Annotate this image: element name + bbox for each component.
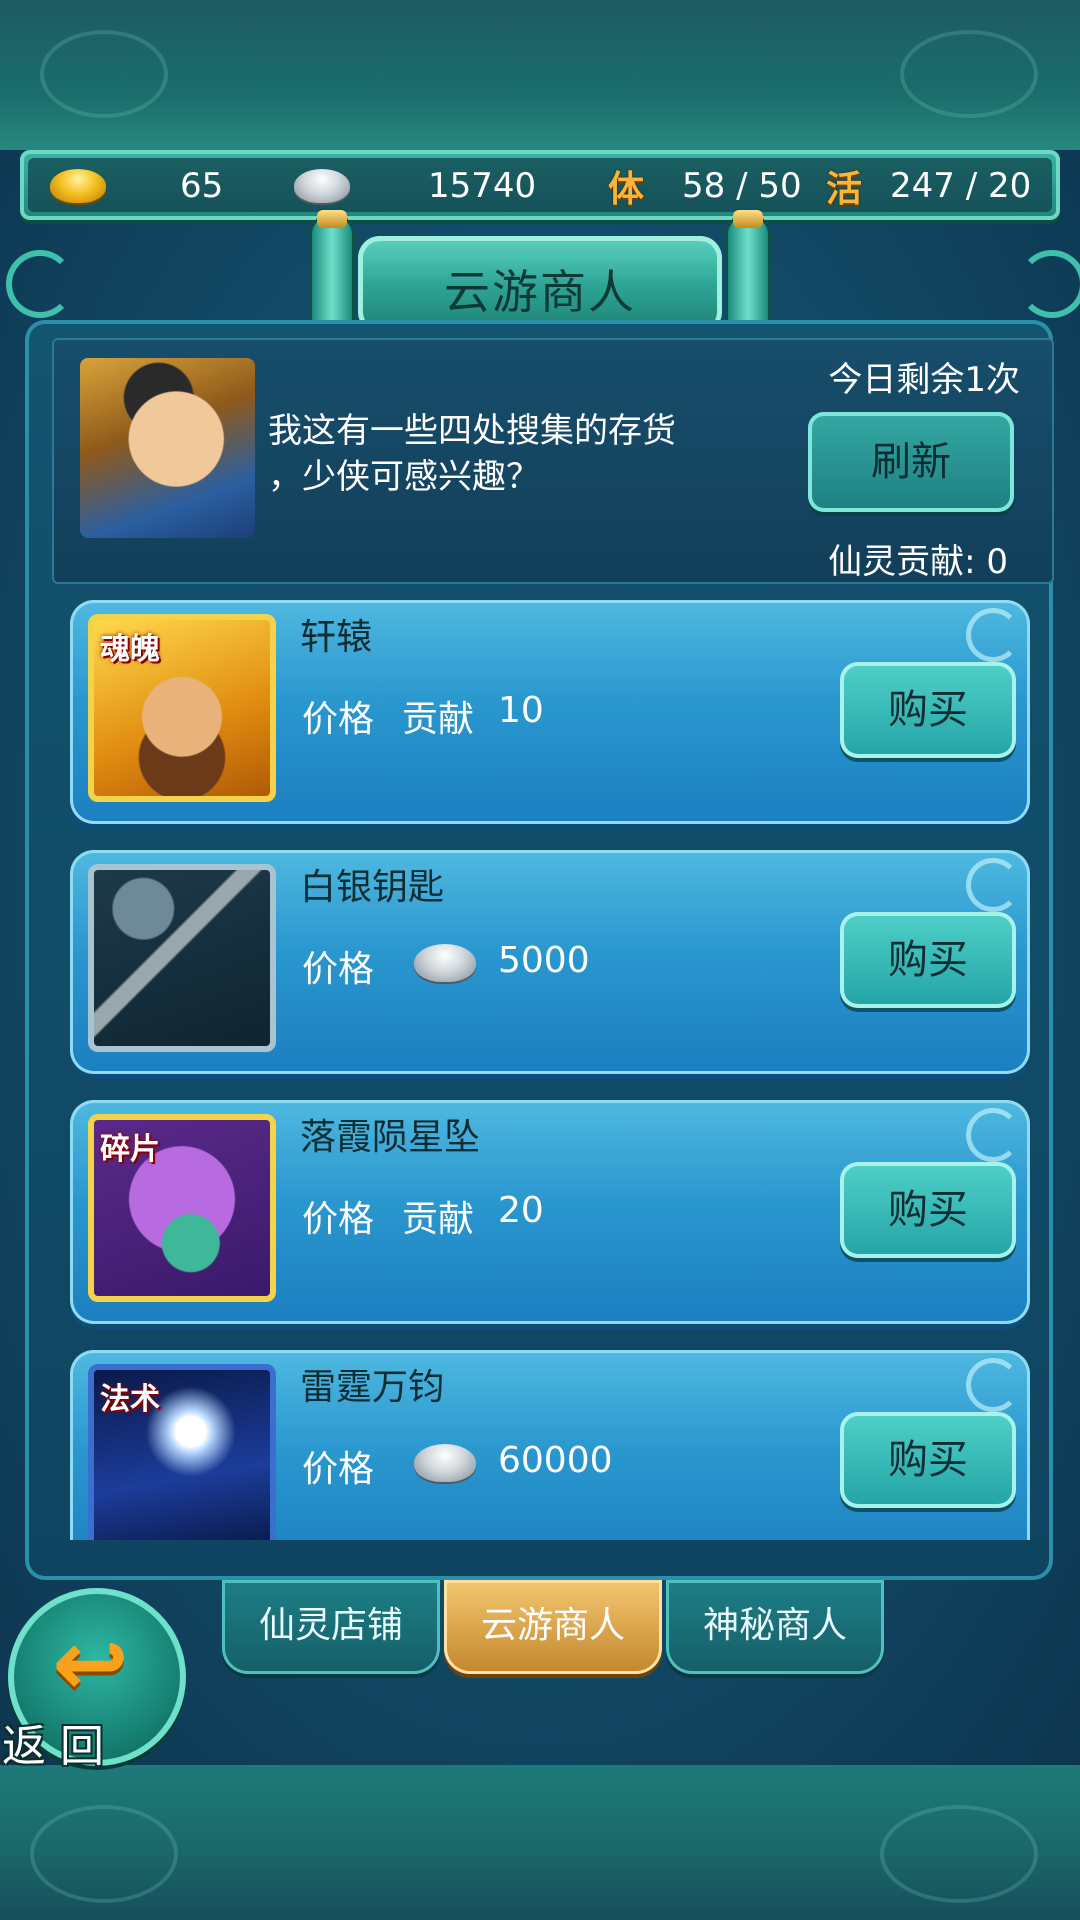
price-label: 价格 bbox=[302, 699, 375, 740]
item-icon-xuanyuan[interactable]: 魂魄 bbox=[88, 614, 276, 802]
buy-button[interactable]: 购买 bbox=[840, 662, 1016, 758]
list-item: 法术 雷霆万钧 价格 60000 购买 bbox=[70, 1350, 1030, 1540]
price-value: 60000 bbox=[498, 1440, 613, 1481]
contribution-value: 仙灵贡献: 0 bbox=[828, 542, 1008, 582]
remaining-count: 今日剩余1次 bbox=[828, 360, 1020, 400]
item-icon-silver-key[interactable] bbox=[88, 864, 276, 1052]
price-value: 10 bbox=[498, 690, 544, 731]
silver-ingot-icon bbox=[414, 944, 476, 982]
stamina-icon: 体 bbox=[608, 169, 645, 210]
merchant-portrait bbox=[80, 358, 255, 538]
tab-fairy-shop[interactable]: 仙灵店铺 bbox=[222, 1580, 440, 1674]
back-label: 返回 bbox=[2, 1721, 118, 1772]
item-icon-pendant[interactable]: 碎片 bbox=[88, 1114, 276, 1302]
price-label: 价格 bbox=[302, 949, 375, 990]
swirl-decoration-right bbox=[1018, 250, 1080, 318]
item-name: 白银钥匙 bbox=[300, 867, 445, 908]
tab-mystery-merchant[interactable]: 神秘商人 bbox=[666, 1580, 884, 1674]
list-item: 魂魄 轩辕 价格 贡献 10 购买 bbox=[70, 600, 1030, 824]
refresh-button[interactable]: 刷新 bbox=[808, 412, 1014, 512]
price-value: 5000 bbox=[498, 940, 590, 981]
currency-contribution: 贡献 bbox=[402, 699, 475, 740]
gold-ingot-icon bbox=[50, 169, 106, 203]
vitality-icon: 活 bbox=[826, 169, 863, 210]
resource-bar: 65 15740 体 58 / 50 活 247 / 20 bbox=[20, 150, 1060, 220]
silver-ingot-icon bbox=[414, 1444, 476, 1482]
list-item: 碎片 落霞陨星坠 价格 贡献 20 购买 bbox=[70, 1100, 1030, 1324]
buy-button[interactable]: 购买 bbox=[840, 912, 1016, 1008]
silver-amount: 15740 bbox=[428, 166, 537, 206]
vitality-value: 247 / 20 bbox=[890, 166, 1032, 206]
page-title: 云游商人 bbox=[444, 265, 636, 319]
list-item: 白银钥匙 价格 5000 购买 bbox=[70, 850, 1030, 1074]
back-arrow-icon: ↩ bbox=[52, 1610, 130, 1717]
price-value: 20 bbox=[498, 1190, 544, 1231]
buy-button[interactable]: 购买 bbox=[840, 1412, 1016, 1508]
gold-resource bbox=[50, 164, 106, 208]
item-name: 雷霆万钧 bbox=[300, 1367, 445, 1408]
price-label: 价格 bbox=[302, 1449, 375, 1490]
item-name: 落霞陨星坠 bbox=[300, 1117, 481, 1158]
item-name: 轩辕 bbox=[300, 617, 373, 658]
item-list[interactable]: 魂魄 轩辕 价格 贡献 10 购买 白银钥匙 价格 5000 购买 碎片 落霞陨… bbox=[70, 600, 1030, 1540]
gold-amount: 65 bbox=[180, 166, 224, 206]
stamina-value: 58 / 50 bbox=[682, 166, 802, 206]
swirl-decoration-left bbox=[6, 250, 74, 318]
item-tag: 魂魄 bbox=[100, 632, 160, 667]
silver-ingot-icon bbox=[294, 169, 350, 203]
item-tag: 法术 bbox=[100, 1382, 160, 1417]
item-icon-lightning[interactable]: 法术 bbox=[88, 1364, 276, 1540]
tab-wandering-merchant[interactable]: 云游商人 bbox=[444, 1580, 662, 1674]
currency-contribution: 贡献 bbox=[402, 1199, 475, 1240]
merchant-dialogue: 我这有一些四处搜集的存货 ，少侠可感兴趣？ bbox=[268, 411, 676, 497]
item-tag: 碎片 bbox=[100, 1132, 160, 1167]
buy-button[interactable]: 购买 bbox=[840, 1162, 1016, 1258]
bottom-decoration bbox=[0, 1765, 1080, 1920]
price-label: 价格 bbox=[302, 1199, 375, 1240]
top-decoration bbox=[0, 0, 1080, 160]
silver-resource bbox=[294, 164, 350, 208]
